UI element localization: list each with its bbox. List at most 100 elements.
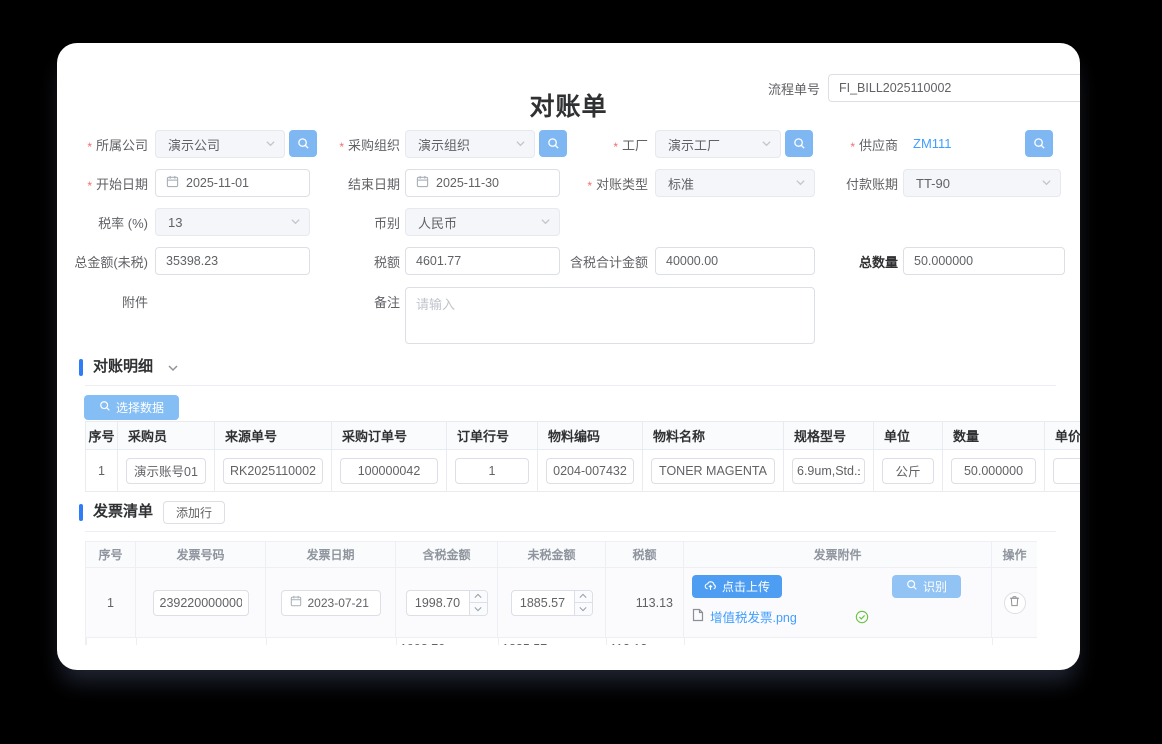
delete-row-button[interactable] — [1004, 592, 1026, 614]
detail-spec-input[interactable] — [792, 458, 865, 484]
chevron-down-icon — [761, 137, 772, 152]
collapse-chevron-icon[interactable] — [167, 361, 179, 379]
tax-rate-select[interactable]: 13 — [155, 208, 310, 236]
detail-material-name-input[interactable] — [651, 458, 775, 484]
col-header: 单位 — [874, 422, 943, 450]
invoice-summary-row: 合计 1998.70 1885.57 113.13 — [86, 638, 1037, 645]
trash-icon — [1009, 595, 1020, 610]
factory-select[interactable]: 演示工厂 — [655, 130, 781, 158]
detail-po-line-input[interactable] — [455, 458, 529, 484]
col-header: 含税金额 — [396, 542, 498, 568]
check-circle-icon — [855, 610, 869, 624]
document-icon — [692, 608, 704, 625]
amount-untaxed-stepper[interactable]: 1885.57 — [511, 590, 593, 616]
total-untaxed-input[interactable] — [155, 247, 310, 275]
amount-with-tax-stepper[interactable]: 1998.70 — [406, 590, 488, 616]
start-date-input[interactable]: 2025-11-01 — [155, 169, 310, 197]
detail-price-input[interactable] — [1053, 458, 1080, 484]
currency-select[interactable]: 人民币 — [405, 208, 560, 236]
detail-section-title: 对账明细 — [93, 355, 153, 376]
recognize-button[interactable]: 识别 — [892, 575, 961, 598]
total-untaxed-label: 总金额(未税) — [74, 252, 148, 271]
supplier-value-link[interactable]: ZM111 — [913, 136, 952, 151]
detail-table: 序号 采购员 来源单号 采购订单号 订单行号 物料编码 物料名称 规格型号 单位… — [85, 421, 1080, 492]
col-header: 订单行号 — [447, 422, 538, 450]
chevron-down-icon — [540, 215, 551, 230]
tax-amount-input[interactable] — [405, 247, 560, 275]
detail-material-code-input[interactable] — [546, 458, 634, 484]
col-header: 发票附件 — [684, 542, 992, 568]
total-with-tax-input[interactable] — [655, 247, 815, 275]
summary-amount-untaxed: 1885.57 — [499, 638, 607, 645]
flow-no-input[interactable] — [828, 74, 1080, 102]
detail-po-no-input[interactable] — [340, 458, 438, 484]
company-select[interactable]: 演示公司 — [155, 130, 285, 158]
invoice-file-link[interactable]: 增值税发票.png — [692, 607, 797, 626]
divider — [85, 385, 1056, 386]
col-header: 规格型号 — [784, 422, 874, 450]
detail-section-bar — [79, 359, 83, 376]
invoice-table: 序号 发票号码 发票日期 含税金额 未税金额 税额 发票附件 操作 1 2023… — [85, 541, 1037, 645]
detail-buyer-input[interactable] — [126, 458, 206, 484]
recon-type-label: 对账类型 — [587, 174, 648, 193]
detail-table-header: 序号 采购员 来源单号 采购订单号 订单行号 物料编码 物料名称 规格型号 单位… — [86, 422, 1080, 450]
col-header: 发票号码 — [136, 542, 266, 568]
cloud-upload-icon — [704, 579, 717, 595]
attachment-label: 附件 — [122, 292, 148, 311]
detail-source-no-input[interactable] — [223, 458, 323, 484]
summary-label: 合计 — [87, 638, 137, 645]
col-header: 数量 — [943, 422, 1045, 450]
supplier-label: 供应商 — [850, 135, 898, 154]
purchase-org-label: 采购组织 — [339, 135, 400, 154]
add-row-button[interactable]: 添加行 — [163, 501, 225, 524]
total-qty-label: 总数量 — [859, 252, 898, 271]
invoice-no-input[interactable] — [153, 590, 249, 616]
company-label: 所属公司 — [87, 135, 148, 154]
stepper-arrows[interactable] — [469, 591, 487, 615]
calendar-icon — [166, 175, 179, 191]
search-icon — [906, 579, 918, 594]
col-header: 发票日期 — [266, 542, 396, 568]
col-header: 来源单号 — [215, 422, 332, 450]
upload-button[interactable]: 点击上传 — [692, 575, 782, 598]
total-qty-input[interactable] — [903, 247, 1065, 275]
payment-term-select[interactable]: TT-90 — [903, 169, 1061, 197]
col-header: 采购订单号 — [332, 422, 447, 450]
purchase-org-select[interactable]: 演示组织 — [405, 130, 535, 158]
reconciliation-card: 对账单 流程单号 所属公司 演示公司 采购组织 演示组织 工厂 演示工厂 供应商… — [57, 43, 1080, 670]
col-header: 税额 — [606, 542, 684, 568]
start-date-label: 开始日期 — [87, 174, 148, 193]
remark-label: 备注 — [374, 292, 400, 311]
col-header: 序号 — [86, 422, 118, 450]
invoice-section-bar — [79, 504, 83, 521]
invoice-section-title: 发票清单 — [93, 500, 153, 521]
step-down-icon — [470, 602, 487, 615]
step-up-icon — [470, 591, 487, 603]
remark-textarea[interactable] — [405, 287, 815, 344]
row-tax-value: 113.13 — [606, 568, 684, 638]
end-date-input[interactable]: 2025-11-30 — [405, 169, 560, 197]
summary-amount-with-tax: 1998.70 — [397, 638, 499, 645]
detail-table-row: 1 — [86, 450, 1080, 492]
detail-qty-input[interactable] — [951, 458, 1036, 484]
stepper-arrows[interactable] — [574, 591, 592, 615]
flow-no-label: 流程单号 — [748, 74, 820, 102]
payment-term-label: 付款账期 — [846, 174, 898, 193]
col-header: 序号 — [86, 542, 136, 568]
chevron-down-icon — [515, 137, 526, 152]
supplier-search-button[interactable] — [1025, 130, 1053, 157]
summary-tax: 113.13 — [607, 638, 685, 645]
chevron-down-icon — [265, 137, 276, 152]
chevron-down-icon — [290, 215, 301, 230]
invoice-date-input[interactable]: 2023-07-21 — [281, 590, 381, 616]
detail-unit-input[interactable] — [882, 458, 934, 484]
select-data-button[interactable]: 选择数据 — [84, 395, 179, 420]
col-header: 操作 — [992, 542, 1037, 568]
divider — [85, 531, 1056, 532]
col-header: 物料名称 — [643, 422, 784, 450]
search-icon — [99, 400, 111, 415]
col-header: 物料编码 — [538, 422, 643, 450]
chevron-down-icon — [1041, 176, 1052, 191]
recon-type-select[interactable]: 标准 — [655, 169, 815, 197]
invoice-table-row: 1 2023-07-21 1998.70 — [86, 568, 1037, 638]
